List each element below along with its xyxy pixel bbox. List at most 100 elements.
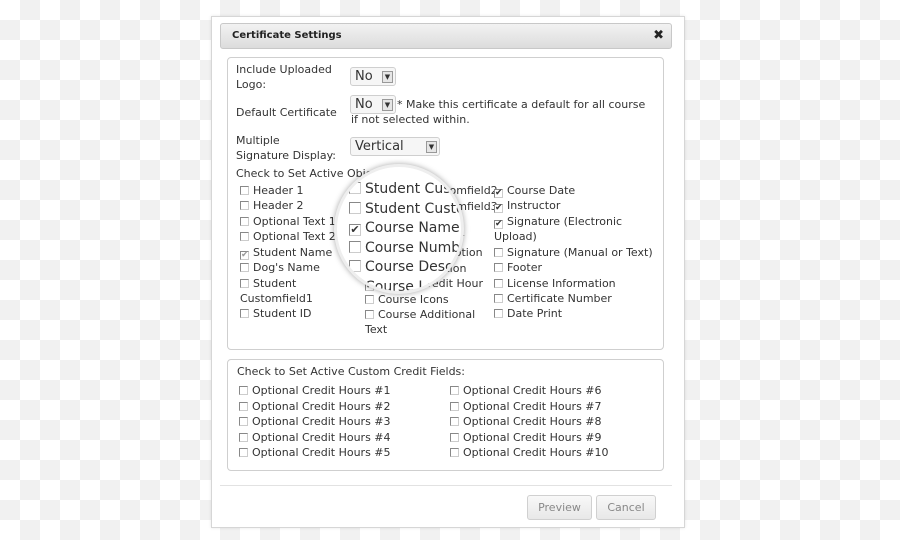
object-checkbox[interactable]: Dog's Name	[240, 260, 320, 275]
credit-field-checkbox[interactable]: Optional Credit Hours #2	[239, 399, 391, 414]
object-checkbox[interactable]: Optional Text 1	[240, 214, 336, 229]
close-icon[interactable]: ✖	[653, 28, 664, 43]
checkbox-icon[interactable]	[494, 279, 503, 288]
checkbox-label: Student Name	[253, 246, 333, 259]
checkbox-checked-icon[interactable]: ✔	[494, 204, 503, 213]
cancel-button[interactable]: Cancel	[596, 495, 656, 520]
signature-select-value: Vertical	[355, 139, 404, 154]
credit-field-checkbox[interactable]: Optional Credit Hours #6	[450, 383, 602, 398]
checkbox-icon[interactable]	[240, 217, 249, 226]
checkbox-label: Header 1	[253, 184, 304, 197]
object-checkbox[interactable]: Certificate Number	[494, 291, 612, 306]
credit-field-checkbox[interactable]: Optional Credit Hours #3	[239, 414, 391, 429]
object-checkbox[interactable]: Header 1	[240, 183, 304, 198]
checkbox-checked-icon[interactable]: ✔	[494, 189, 503, 198]
checkbox-label: Student Customfield2	[365, 181, 464, 197]
checkbox-icon[interactable]	[450, 448, 459, 457]
magnified-checkbox[interactable]: ✔ Course Name	[349, 220, 460, 236]
checkbox-icon[interactable]	[450, 386, 459, 395]
checkbox-icon[interactable]	[450, 417, 459, 426]
object-checkbox[interactable]: License Information	[494, 276, 616, 291]
checkbox-label: Optional Credit Hours #6	[463, 384, 602, 397]
checkbox-checked-icon[interactable]: ✔	[494, 220, 503, 229]
checkbox-icon[interactable]	[450, 401, 459, 411]
object-checkbox[interactable]: ✔ Course Date	[494, 183, 575, 198]
checkbox-icon[interactable]	[365, 294, 374, 304]
checkbox-icon[interactable]	[349, 201, 361, 214]
preview-button[interactable]: Preview	[527, 495, 592, 520]
checkbox-label: Optional Credit Hours #1	[252, 384, 391, 397]
checkbox-label: License Information	[507, 277, 616, 290]
checkbox-icon[interactable]	[450, 432, 459, 442]
object-checkbox[interactable]: Course Additional Text	[365, 307, 485, 337]
logo-select-value: No	[355, 69, 373, 84]
object-checkbox[interactable]: Optional Text 2	[240, 229, 336, 244]
credit-field-checkbox[interactable]: Optional Credit Hours #5	[239, 445, 391, 460]
object-checkbox[interactable]: ✔ Instructor	[494, 198, 560, 213]
credit-field-checkbox[interactable]: Optional Credit Hours #4	[239, 430, 391, 445]
checkbox-icon[interactable]	[494, 263, 503, 272]
object-checkbox[interactable]: Date Print	[494, 306, 562, 321]
object-checkbox[interactable]: ✔ Student Name	[240, 245, 332, 260]
checkbox-label: Student ID	[253, 307, 312, 320]
checkbox-icon[interactable]	[239, 448, 248, 457]
object-checkbox[interactable]: Student ID	[240, 306, 312, 321]
signature-display-label: Multiple Signature Display:	[236, 134, 337, 162]
credit-field-checkbox[interactable]: Optional Credit Hours #8	[450, 414, 602, 429]
object-checkbox[interactable]: Student Customfield1	[240, 276, 330, 306]
checkbox-label: Optional Credit Hours #7	[463, 399, 602, 413]
checkbox-label: Course Name	[365, 220, 460, 236]
checkbox-label: Signature (Manual or Text)	[507, 246, 653, 259]
checkbox-icon[interactable]	[239, 417, 248, 426]
object-checkbox[interactable]: Course Icons	[365, 292, 449, 307]
checkbox-label: Instructor	[507, 199, 561, 212]
credit-field-checkbox[interactable]: Optional Credit Hours #10	[450, 445, 609, 460]
magnified-checkbox[interactable]: Course Description	[349, 259, 463, 275]
checkbox-icon[interactable]	[349, 260, 361, 272]
object-checkbox[interactable]: Header 2	[240, 198, 304, 213]
checkbox-icon[interactable]	[240, 309, 249, 318]
magnified-checkbox[interactable]: Course Number	[349, 239, 464, 256]
checkbox-label: Student Customfield1	[240, 277, 313, 305]
checkbox-label: Optional Text 2	[253, 230, 336, 243]
checkbox-label: Course Number	[365, 239, 464, 256]
dialog-title: Certificate Settings	[232, 30, 342, 41]
checkbox-icon[interactable]	[239, 386, 248, 395]
checkbox-icon[interactable]	[239, 401, 248, 411]
checkbox-icon[interactable]	[349, 240, 361, 253]
checkbox-icon[interactable]	[240, 279, 249, 288]
object-checkbox[interactable]: ✔ Signature (Electronic Upload)	[494, 214, 624, 244]
credit-field-checkbox[interactable]: Optional Credit Hours #7	[450, 399, 602, 414]
checkbox-icon[interactable]	[494, 294, 503, 303]
checkbox-label: Optional Credit Hours #2	[252, 399, 391, 413]
divider	[220, 485, 672, 486]
checkbox-label: Optional Credit Hours #5	[252, 446, 391, 459]
checkbox-icon[interactable]	[240, 232, 249, 241]
magnified-checkbox[interactable]: Student Customfield3	[349, 201, 461, 217]
checkbox-label: Footer	[507, 261, 542, 274]
credit-field-checkbox[interactable]: Optional Credit Hours #9	[450, 430, 602, 445]
checkbox-icon[interactable]	[494, 309, 503, 318]
default-certificate-note: * Make this certificate a default for al…	[351, 98, 646, 126]
object-checkbox[interactable]: Footer	[494, 260, 542, 275]
checkbox-icon[interactable]	[239, 432, 248, 442]
dropdown-arrow-icon: ▼	[382, 71, 393, 83]
checkbox-checked-icon[interactable]: ✔	[240, 251, 249, 260]
checkbox-label: Optional Text 1	[253, 215, 336, 228]
checkbox-label: Course Description	[365, 259, 463, 275]
checkbox-icon[interactable]	[349, 182, 361, 194]
logo-select[interactable]: No ▼	[350, 67, 396, 86]
signature-display-select[interactable]: Vertical ▼	[350, 137, 440, 156]
checkbox-icon[interactable]	[365, 310, 374, 319]
checkbox-label: Optional Credit Hours #4	[252, 430, 391, 444]
checkbox-label: Date Print	[507, 307, 563, 320]
checkbox-icon[interactable]	[240, 186, 249, 195]
magnified-checkbox[interactable]: Student Customfield2	[349, 181, 464, 197]
checkbox-icon[interactable]	[494, 248, 503, 257]
checkbox-icon[interactable]	[240, 201, 249, 210]
credit-field-checkbox[interactable]: Optional Credit Hours #1	[239, 383, 391, 398]
checkbox-label: Course Date	[507, 184, 576, 197]
object-checkbox[interactable]: Signature (Manual or Text)	[494, 245, 653, 260]
checkbox-checked-icon[interactable]: ✔	[349, 224, 361, 236]
checkbox-icon[interactable]	[240, 263, 249, 272]
